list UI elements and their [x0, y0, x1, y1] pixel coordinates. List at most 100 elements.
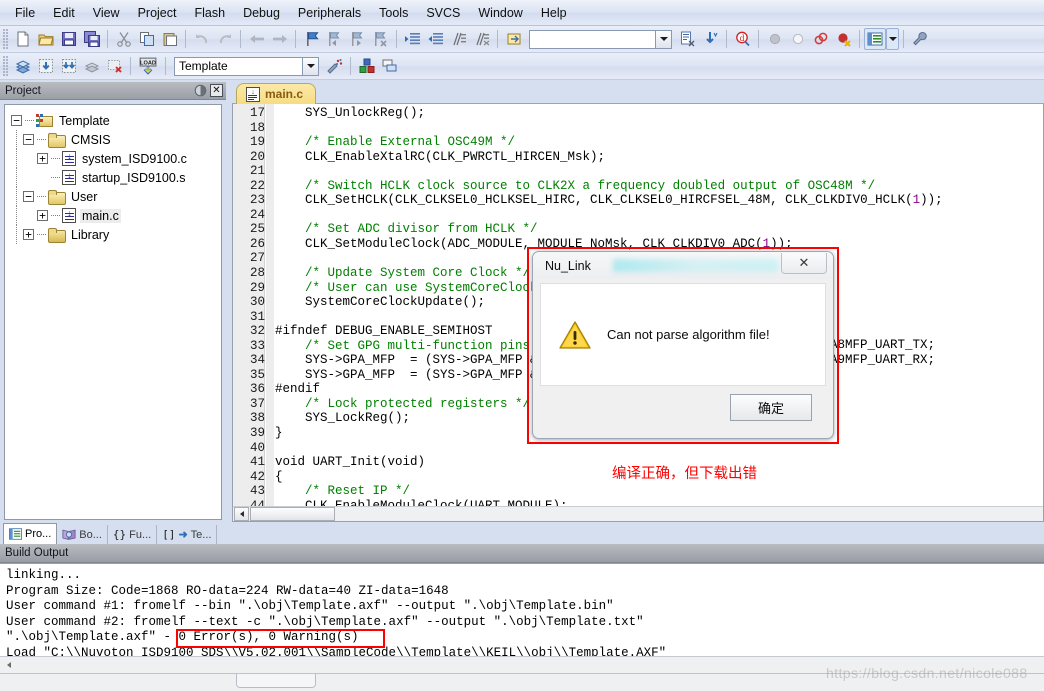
translate-icon[interactable]	[11, 55, 34, 77]
menu-item-edit[interactable]: Edit	[44, 3, 84, 23]
tree-item-label: system_ISD9100.c	[82, 151, 187, 166]
copy-icon[interactable]	[135, 28, 158, 50]
menu-item-project[interactable]: Project	[129, 3, 186, 23]
toolbar-grip[interactable]	[3, 29, 8, 49]
navigate-back-icon[interactable]	[245, 28, 268, 50]
nu-link-dialog[interactable]: Nu_Link ✕ Can not parse algorithm file! …	[532, 251, 834, 439]
ok-button[interactable]: 确定	[730, 393, 812, 421]
project-window-icon[interactable]	[864, 28, 886, 50]
expander-none	[37, 172, 48, 183]
find-in-files-icon[interactable]	[676, 28, 699, 50]
expander-plus-icon[interactable]: +	[37, 153, 48, 164]
uncomment-icon[interactable]	[470, 28, 493, 50]
project-tree[interactable]: − Template − CMSIS + ↓ system_ISD9100.c …	[4, 104, 222, 520]
dialog-footer: 确定	[540, 386, 826, 434]
close-icon[interactable]: ✕	[781, 253, 827, 274]
open-in-new-window-icon[interactable]	[502, 28, 525, 50]
bookmark-toggle-icon[interactable]	[300, 28, 323, 50]
editor-horizontal-scrollbar[interactable]	[233, 506, 1043, 521]
save-icon[interactable]	[57, 28, 80, 50]
tree-item-startup-isd9100-s[interactable]: ↓ startup_ISD9100.s	[11, 168, 221, 187]
scroll-left-icon[interactable]	[234, 507, 249, 521]
books-icon	[62, 529, 76, 540]
multi-project-icon[interactable]	[378, 55, 401, 77]
bookmark-next-icon[interactable]	[346, 28, 369, 50]
breakpoint-remove-icon[interactable]	[832, 28, 855, 50]
download-icon[interactable]: LOAD	[135, 55, 161, 77]
tree-connector	[25, 120, 34, 121]
tree-item-user[interactable]: − User	[11, 187, 221, 206]
expander-plus-icon[interactable]: +	[23, 229, 34, 240]
target-selector[interactable]: Template	[174, 56, 319, 76]
open-folder-icon[interactable]	[34, 28, 57, 50]
menu-item-svcs[interactable]: SVCS	[417, 3, 469, 23]
menu-bar: File Edit View Project Flash Debug Perip…	[0, 0, 1044, 26]
status-bar-grip[interactable]	[236, 674, 316, 688]
watermark: https://blog.csdn.net/nicole088	[826, 665, 1028, 681]
stop-build-icon[interactable]	[103, 55, 126, 77]
tab-templates[interactable]: [] ➜ Te...	[157, 525, 218, 544]
tree-item-main-c[interactable]: + ↓ main.c	[11, 206, 221, 225]
menu-item-file[interactable]: File	[6, 3, 44, 23]
menu-item-peripherals[interactable]: Peripherals	[289, 3, 370, 23]
scrollbar-thumb[interactable]	[250, 507, 335, 521]
menu-item-debug[interactable]: Debug	[234, 3, 289, 23]
auto-hide-icon[interactable]	[194, 84, 207, 97]
tab-books[interactable]: Bo...	[57, 525, 108, 544]
browse-symbol-icon[interactable]: d	[731, 28, 754, 50]
find-combo[interactable]	[529, 29, 672, 49]
menu-item-tools[interactable]: Tools	[370, 3, 417, 23]
chevron-down-icon[interactable]	[302, 57, 318, 75]
asm-file-icon: ↓	[62, 170, 76, 185]
tree-item-cmsis[interactable]: − CMSIS	[11, 130, 221, 149]
tab-functions[interactable]: {} Fu...	[108, 525, 158, 544]
toolbar-separator	[497, 30, 498, 48]
tree-item-label: CMSIS	[71, 132, 111, 147]
dialog-title: Nu_Link	[545, 258, 591, 273]
expander-minus-icon[interactable]: −	[23, 134, 34, 145]
close-icon[interactable]: ✕	[210, 84, 223, 97]
scroll-left-icon[interactable]	[2, 658, 16, 672]
document-tab-main-c[interactable]: ↓ main.c	[236, 83, 317, 104]
rebuild-all-icon[interactable]	[57, 55, 80, 77]
bookmark-prev-icon[interactable]	[323, 28, 346, 50]
target-options-icon[interactable]	[323, 55, 346, 77]
bookmark-clear-icon[interactable]	[369, 28, 392, 50]
expander-minus-icon[interactable]: −	[11, 115, 22, 126]
navigate-forward-icon[interactable]	[268, 28, 291, 50]
expander-plus-icon[interactable]: +	[37, 210, 48, 221]
build-output-text-area[interactable]: linking... Program Size: Code=1868 RO-da…	[0, 563, 1044, 668]
breakpoint-icon[interactable]	[763, 28, 786, 50]
menu-item-view[interactable]: View	[84, 3, 129, 23]
outdent-icon[interactable]	[424, 28, 447, 50]
redo-icon[interactable]	[213, 28, 236, 50]
configure-target-icon[interactable]	[908, 28, 931, 50]
batch-build-icon[interactable]	[80, 55, 103, 77]
breakpoint-kill-all-icon[interactable]	[809, 28, 832, 50]
new-file-icon[interactable]	[11, 28, 34, 50]
toolbar-separator	[859, 30, 860, 48]
cut-icon[interactable]	[112, 28, 135, 50]
tree-item-system-isd9100-c[interactable]: + ↓ system_ISD9100.c	[11, 149, 221, 168]
expander-minus-icon[interactable]: −	[23, 191, 34, 202]
undo-icon[interactable]	[190, 28, 213, 50]
svg-text:LOAD: LOAD	[140, 60, 156, 66]
tree-item-template[interactable]: − Template	[11, 111, 221, 130]
toolbar-grip[interactable]	[3, 56, 8, 76]
build-icon[interactable]	[34, 55, 57, 77]
menu-item-flash[interactable]: Flash	[185, 3, 234, 23]
comment-icon[interactable]	[447, 28, 470, 50]
save-all-icon[interactable]	[80, 28, 103, 50]
chevron-down-icon[interactable]	[655, 30, 671, 48]
tree-item-library[interactable]: + Library	[11, 225, 221, 244]
incremental-find-icon[interactable]	[699, 28, 722, 50]
menu-item-help[interactable]: Help	[532, 3, 576, 23]
c-file-icon: ↓	[62, 208, 76, 223]
breakpoint-disable-icon[interactable]	[786, 28, 809, 50]
tab-project[interactable]: Pro...	[3, 523, 58, 544]
paste-icon[interactable]	[158, 28, 181, 50]
manage-project-items-icon[interactable]	[355, 55, 378, 77]
menu-item-window[interactable]: Window	[469, 3, 531, 23]
project-window-dropdown-icon[interactable]	[886, 28, 899, 50]
indent-icon[interactable]	[401, 28, 424, 50]
